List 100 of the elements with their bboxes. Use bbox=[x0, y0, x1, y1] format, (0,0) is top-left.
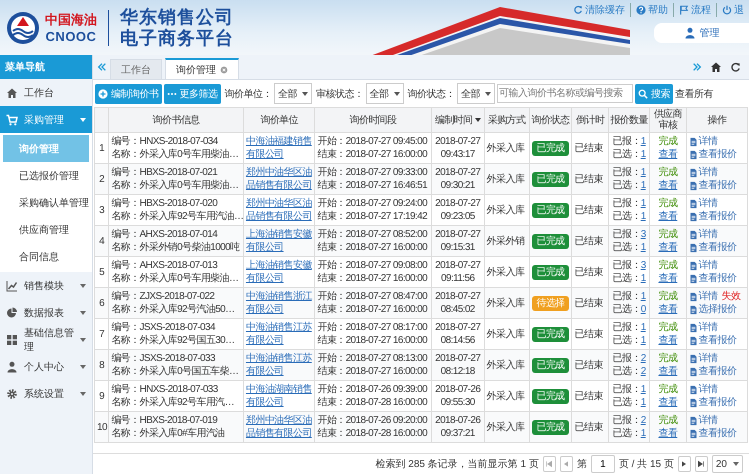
sidebar-item[interactable]: 工作台 bbox=[0, 79, 92, 106]
review-status: 完成 bbox=[657, 166, 678, 179]
chosen-count-link[interactable]: 1 bbox=[640, 180, 646, 191]
tab[interactable]: 询价管理 bbox=[165, 58, 239, 79]
sidebar-subitem[interactable]: 合同信息 bbox=[3, 243, 89, 270]
plus-circle-icon bbox=[98, 88, 108, 98]
code-text: 编号：HNXS-2018-07-034 bbox=[111, 135, 219, 148]
view-link[interactable]: 查看 bbox=[658, 211, 678, 222]
action-link[interactable]: 详情 bbox=[688, 290, 718, 303]
sidebar-item[interactable]: 个人中心 bbox=[0, 353, 92, 380]
row-number: 2 bbox=[94, 164, 109, 194]
sidebar-subitem[interactable]: 供应商管理 bbox=[3, 216, 89, 243]
view-link[interactable]: 查看 bbox=[658, 335, 678, 346]
quoted-label: 已报： bbox=[612, 198, 641, 209]
chosen-count-link[interactable]: 0 bbox=[640, 304, 646, 315]
chosen-label: 已选： bbox=[612, 335, 641, 346]
toolbar-button[interactable]: 更多筛选 bbox=[164, 84, 220, 104]
action-link[interactable]: 查看报价 bbox=[688, 334, 736, 347]
quoted-count-link[interactable]: 2 bbox=[640, 353, 646, 364]
action-link[interactable]: 查看报价 bbox=[688, 210, 736, 223]
sidebar-subitem[interactable]: 已选报价管理 bbox=[3, 162, 89, 189]
tab[interactable]: 工作台 bbox=[110, 59, 162, 79]
page-size-select[interactable]: 20 bbox=[712, 455, 743, 473]
document-icon bbox=[688, 354, 698, 364]
sidebar-subitem[interactable]: 采购确认单管理 bbox=[3, 189, 89, 216]
header-link[interactable]: 退 bbox=[716, 3, 749, 17]
name-text: 名称：外采入库0号车用柴油… bbox=[111, 148, 240, 161]
action-link[interactable]: 详情 bbox=[688, 383, 718, 396]
quoted-count-link[interactable]: 1 bbox=[640, 322, 646, 333]
chosen-count-link[interactable]: 1 bbox=[640, 211, 646, 222]
sidebar-item[interactable]: 销售模块 bbox=[0, 272, 92, 299]
end-time: 结束：2018-07-27 16:00:00 bbox=[317, 241, 428, 254]
view-link[interactable]: 查看 bbox=[658, 366, 678, 377]
chosen-count-link[interactable]: 1 bbox=[640, 273, 646, 284]
page-input[interactable]: 1 bbox=[590, 455, 615, 473]
quoted-label: 已报： bbox=[612, 291, 641, 302]
action-link[interactable]: 查看报价 bbox=[688, 396, 736, 409]
action-link[interactable]: 选择报价 bbox=[688, 303, 736, 316]
chosen-count-link[interactable]: 1 bbox=[640, 242, 646, 253]
view-link[interactable]: 查看 bbox=[658, 304, 678, 315]
grid-icon bbox=[6, 334, 18, 346]
search-field[interactable]: 可输入询价书名称或编号搜索 bbox=[497, 84, 633, 103]
view-all-link[interactable]: 查看所有 bbox=[675, 86, 713, 100]
chosen-label: 已选： bbox=[612, 180, 641, 191]
invalidate-link[interactable]: 失效 bbox=[722, 290, 740, 303]
search-button[interactable]: 搜索 bbox=[635, 84, 673, 104]
quoted-count-link[interactable]: 3 bbox=[640, 229, 646, 240]
quoted-count-link[interactable]: 2 bbox=[640, 415, 646, 426]
quoted-count-link[interactable]: 3 bbox=[640, 260, 646, 271]
action-link[interactable]: 查看报价 bbox=[688, 179, 736, 192]
sidebar-item[interactable]: 系统设置 bbox=[0, 380, 92, 407]
filter-select[interactable]: 全部 bbox=[457, 83, 495, 104]
chosen-count-link[interactable]: 1 bbox=[640, 149, 646, 160]
chosen-count-link[interactable]: 1 bbox=[640, 428, 646, 439]
view-link[interactable]: 查看 bbox=[658, 180, 678, 191]
action-link[interactable]: 详情 bbox=[688, 228, 718, 241]
created-time: 09:37:21 bbox=[440, 427, 476, 440]
quoted-count-link[interactable]: 1 bbox=[640, 291, 646, 302]
action-link[interactable]: 查看报价 bbox=[688, 427, 736, 440]
action-link[interactable]: 详情 bbox=[688, 197, 718, 210]
toolbar-button[interactable]: 编制询价书 bbox=[95, 84, 162, 104]
action-link[interactable]: 详情 bbox=[688, 352, 718, 365]
view-link[interactable]: 查看 bbox=[658, 273, 678, 284]
user-button[interactable]: 管理 bbox=[654, 23, 749, 43]
caret-icon bbox=[80, 338, 86, 342]
action-link[interactable]: 详情 bbox=[688, 321, 718, 334]
quoted-count-link[interactable]: 1 bbox=[640, 136, 646, 147]
document-icon bbox=[688, 304, 698, 314]
chosen-count-link[interactable]: 1 bbox=[640, 397, 646, 408]
method-cell: 外采入库 bbox=[484, 164, 530, 194]
action-link[interactable]: 查看报价 bbox=[688, 241, 736, 254]
header-link[interactable]: 帮助 bbox=[630, 3, 673, 17]
last-page-button[interactable] bbox=[694, 456, 708, 472]
action-link[interactable]: 详情 bbox=[688, 166, 718, 179]
filter-select[interactable]: 全部 bbox=[366, 83, 404, 104]
action-link[interactable]: 详情 bbox=[688, 414, 718, 427]
chosen-count-link[interactable]: 1 bbox=[640, 335, 646, 346]
quoted-count-link[interactable]: 1 bbox=[640, 384, 646, 395]
sidebar-item[interactable]: 数据报表 bbox=[0, 299, 92, 326]
view-link[interactable]: 查看 bbox=[658, 428, 678, 439]
action-link[interactable]: 查看报价 bbox=[688, 148, 736, 161]
created-date: 2018-07-27 bbox=[434, 259, 482, 272]
sidebar-item[interactable]: 基础信息管理 bbox=[0, 326, 92, 353]
view-link[interactable]: 查看 bbox=[658, 242, 678, 253]
action-link[interactable]: 详情 bbox=[688, 259, 718, 272]
view-link[interactable]: 查看 bbox=[658, 397, 678, 408]
action-link[interactable]: 查看报价 bbox=[688, 272, 736, 285]
review-status: 完成 bbox=[657, 135, 678, 148]
action-link[interactable]: 查看报价 bbox=[688, 365, 736, 378]
chosen-count-link[interactable]: 2 bbox=[640, 366, 646, 377]
created-date: 2018-07-27 bbox=[434, 166, 482, 179]
header-link[interactable]: 清除缓存 bbox=[568, 3, 630, 17]
quoted-count-link[interactable]: 1 bbox=[640, 198, 646, 209]
filter-select[interactable]: 全部 bbox=[274, 83, 312, 104]
view-link[interactable]: 查看 bbox=[658, 149, 678, 160]
sidebar-item[interactable]: 采购管理 bbox=[0, 106, 92, 133]
action-link[interactable]: 详情 bbox=[688, 135, 718, 148]
next-page-button[interactable] bbox=[678, 456, 691, 472]
header-link[interactable]: 流程 bbox=[673, 3, 716, 17]
quoted-count-link[interactable]: 1 bbox=[640, 167, 646, 178]
